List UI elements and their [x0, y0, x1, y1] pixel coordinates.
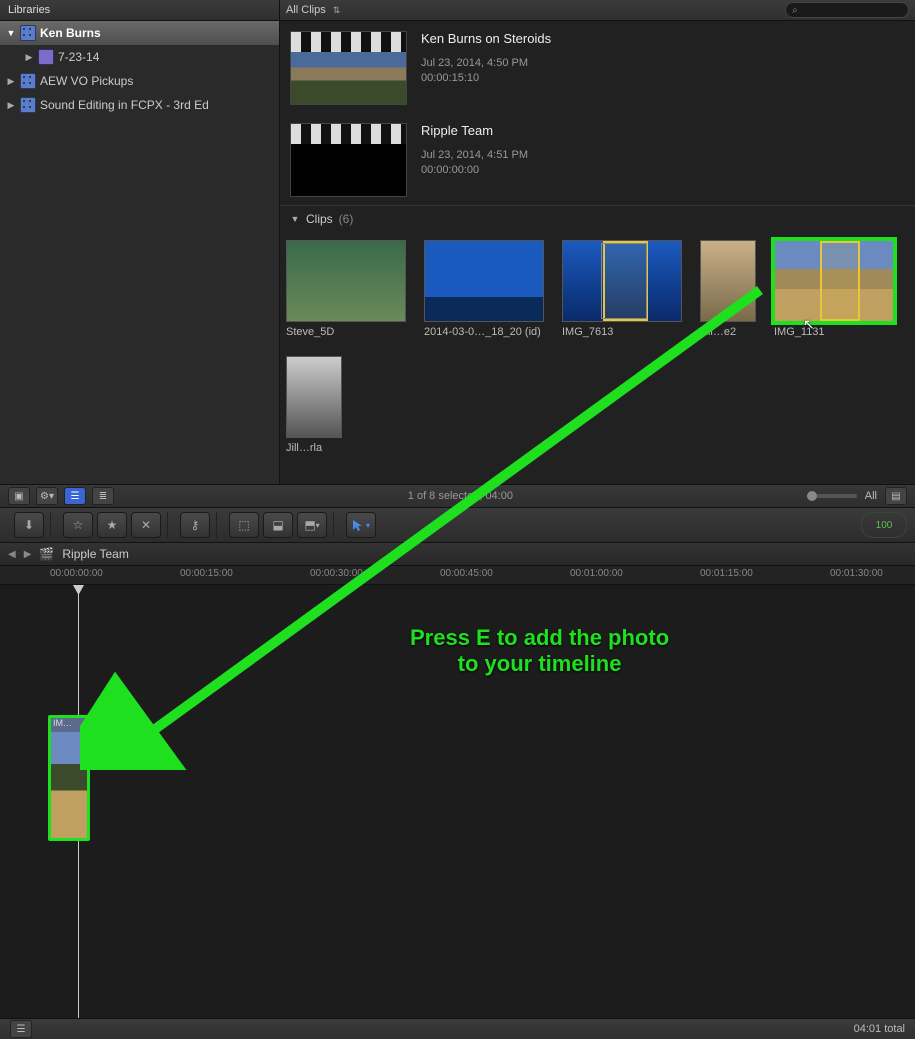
- library-label: AEW VO Pickups: [40, 74, 133, 88]
- library-label: Sound Editing in FCPX - 3rd Ed: [40, 98, 209, 112]
- libraries-sidebar: Libraries ▼ Ken Burns ▶ 7-23-14 ▶ AEW VO…: [0, 0, 280, 484]
- timeline-project-name: Ripple Team: [62, 547, 128, 561]
- select-tool-dropdown[interactable]: ▾: [346, 512, 376, 538]
- library-label: Ken Burns: [40, 26, 101, 40]
- ruler-tick: 00:01:15:00: [700, 568, 753, 579]
- unrate-button[interactable]: ★: [97, 512, 127, 538]
- project-row[interactable]: Ken Burns on Steroids Jul 23, 2014, 4:50…: [280, 21, 915, 113]
- search-icon: ⌕: [792, 5, 798, 16]
- clip-jill-rla[interactable]: Jill…rla: [286, 356, 342, 454]
- annotation-text: Press E to add the photo to your timelin…: [410, 625, 669, 677]
- event-7-23-14[interactable]: ▶ 7-23-14: [0, 45, 279, 69]
- project-duration: 00:00:15:10: [421, 71, 551, 86]
- toggle-sidebar-button[interactable]: ▣: [8, 487, 30, 505]
- clips-grid: Steve_5D 2014-03-0…_18_20 (id) IMG_7613 …: [280, 232, 915, 462]
- timeline-index-button[interactable]: ☰: [10, 1020, 32, 1038]
- zoom-all-label: All: [865, 490, 877, 502]
- event-label: 7-23-14: [58, 50, 99, 64]
- reject-button[interactable]: ✕: [131, 512, 161, 538]
- ruler-tick: 00:01:00:00: [570, 568, 623, 579]
- zoom-indicator[interactable]: 100: [861, 512, 907, 538]
- browser-panel: All Clips ⇅ ⌕ Ken Burns on Steroids Jul …: [280, 0, 915, 484]
- clip-img-7613[interactable]: IMG_7613: [562, 240, 682, 338]
- ruler-tick: 00:00:15:00: [180, 568, 233, 579]
- ruler-tick: 00:00:00:00: [50, 568, 103, 579]
- chevron-down-icon: ▼: [290, 214, 300, 224]
- thumbnail-size-slider[interactable]: [807, 494, 857, 498]
- ruler-tick: 00:00:30:00: [310, 568, 363, 579]
- gear-menu-button[interactable]: ⚙▾: [36, 487, 58, 505]
- insert-clip-button[interactable]: ⬓: [263, 512, 293, 538]
- timeline-header: ◀ ▶ 🎬 Ripple Team: [0, 543, 915, 566]
- timeline-total-duration: 04:01 total: [854, 1023, 905, 1035]
- project-thumbnail: [290, 123, 407, 197]
- clip-appearance-button[interactable]: ▤: [885, 487, 907, 505]
- chevron-right-icon[interactable]: ▶: [6, 76, 16, 87]
- project-row[interactable]: Ripple Team Jul 23, 2014, 4:51 PM 00:00:…: [280, 113, 915, 205]
- timeline-footer: ☰ 04:01 total: [0, 1018, 915, 1039]
- project-date: Jul 23, 2014, 4:51 PM: [421, 148, 528, 163]
- timeline-clip-img-1131[interactable]: IM…: [48, 715, 90, 841]
- library-sound-editing[interactable]: ▶ Sound Editing in FCPX - 3rd Ed: [0, 93, 279, 117]
- selection-readout: 1 of 8 selected, 04:00: [114, 490, 807, 502]
- project-name: Ripple Team: [421, 123, 528, 138]
- timeline-history-back[interactable]: ◀: [8, 549, 16, 560]
- timeline-ruler[interactable]: 00:00:00:00 00:00:15:00 00:00:30:00 00:0…: [0, 566, 915, 585]
- libraries-header: Libraries: [0, 0, 279, 21]
- library-aew-vo-pickups[interactable]: ▶ AEW VO Pickups: [0, 69, 279, 93]
- clip-img-1131[interactable]: IMG_1131: [774, 240, 894, 338]
- library-icon: [20, 25, 36, 41]
- clips-section-header[interactable]: ▼ Clips (6): [280, 205, 915, 232]
- chevron-right-icon[interactable]: ▶: [6, 100, 16, 111]
- library-icon: [20, 73, 36, 89]
- clip-2014-03[interactable]: 2014-03-0…_18_20 (id): [424, 240, 544, 338]
- timeline-clip-label: IM…: [51, 718, 87, 732]
- project-duration: 00:00:00:00: [421, 163, 528, 178]
- libraries-tree: ▼ Ken Burns ▶ 7-23-14 ▶ AEW VO Pickups ▶: [0, 21, 279, 484]
- keyword-button[interactable]: ⚷: [180, 512, 210, 538]
- project-thumbnail: [290, 31, 407, 105]
- ruler-tick: 00:00:45:00: [440, 568, 493, 579]
- timeline-toolbar: ⬇ ☆ ★ ✕ ⚷ ⬚ ⬓ ⬒ ▾ ▾ 100: [0, 508, 915, 543]
- project-date: Jul 23, 2014, 4:50 PM: [421, 56, 551, 71]
- filmstrip-view-button[interactable]: ☰: [64, 487, 86, 505]
- event-icon: [38, 49, 54, 65]
- sort-icon: ⇅: [333, 5, 341, 15]
- timeline-clip-thumbnail: [51, 732, 87, 838]
- search-input[interactable]: ⌕: [785, 2, 909, 18]
- clip-jill-e2[interactable]: Jill…e2: [700, 240, 756, 338]
- library-ken-burns[interactable]: ▼ Ken Burns: [0, 21, 279, 45]
- library-icon: [20, 97, 36, 113]
- playhead-handle-icon[interactable]: [73, 585, 84, 595]
- list-view-button[interactable]: ≣: [92, 487, 114, 505]
- project-icon: 🎬: [39, 547, 54, 561]
- favorite-button[interactable]: ☆: [63, 512, 93, 538]
- clip-steve-5d[interactable]: Steve_5D: [286, 240, 406, 338]
- chevron-down-icon[interactable]: ▼: [6, 28, 16, 38]
- clip-filter-dropdown[interactable]: All Clips ⇅: [286, 4, 340, 16]
- browser-statusbar: ▣ ⚙▾ ☰ ≣ 1 of 8 selected, 04:00 All ▤: [0, 484, 915, 508]
- chevron-right-icon[interactable]: ▶: [24, 52, 34, 63]
- timeline-history-forward[interactable]: ▶: [24, 549, 32, 560]
- append-clip-button[interactable]: ⬒ ▾: [297, 512, 327, 538]
- import-button[interactable]: ⬇: [14, 512, 44, 538]
- ruler-tick: 00:01:30:00: [830, 568, 883, 579]
- project-name: Ken Burns on Steroids: [421, 31, 551, 46]
- connect-clip-button[interactable]: ⬚: [229, 512, 259, 538]
